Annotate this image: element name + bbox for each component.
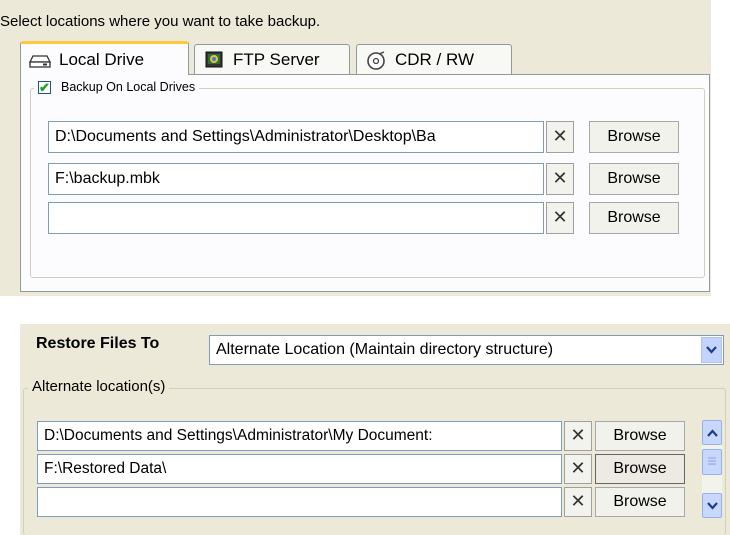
- restore-path-field-2[interactable]: F:\Restored Data\: [37, 454, 562, 484]
- backup-path-field-3[interactable]: [48, 202, 544, 234]
- remove-path-button-3[interactable]: ✕: [546, 202, 574, 234]
- hard-drive-icon: [28, 51, 52, 69]
- chevron-up-icon: [706, 428, 718, 437]
- chevron-down-icon: [706, 501, 718, 510]
- restore-files-to-label: Restore Files To: [36, 335, 160, 352]
- backup-path-field-2[interactable]: F:\backup.mbk: [48, 163, 544, 195]
- restore-location-value: Alternate Location (Maintain directory s…: [216, 341, 554, 358]
- tab-local-drive[interactable]: Local Drive: [20, 41, 189, 75]
- restore-path-field-3[interactable]: [37, 487, 562, 517]
- restore-remove-button-2[interactable]: ✕: [564, 454, 592, 484]
- tab-cdr-rw-label: CDR / RW: [395, 49, 475, 69]
- restore-path-field-1[interactable]: D:\Documents and Settings\Administrator\…: [37, 421, 562, 451]
- tab-ftp-server-label: FTP Server: [233, 49, 320, 69]
- restore-browse-button-3[interactable]: Browse: [595, 487, 685, 517]
- grip-icon: [708, 457, 716, 465]
- restore-remove-button-1[interactable]: ✕: [564, 421, 592, 451]
- chevron-down-icon[interactable]: [701, 337, 722, 363]
- ftp-server-icon: [203, 51, 225, 69]
- scrollbar-thumb[interactable]: [702, 449, 722, 475]
- tab-cdr-rw[interactable]: CDR / RW: [356, 44, 512, 74]
- restore-remove-button-3[interactable]: ✕: [564, 487, 592, 517]
- local-drive-tab-body: ✔ Backup On Local Drives D:\Documents an…: [20, 74, 710, 292]
- backup-locations-panel: Select locations where you want to take …: [0, 0, 711, 296]
- alternate-locations-legend: Alternate location(s): [28, 378, 170, 395]
- backup-prompt: Select locations where you want to take …: [0, 13, 321, 30]
- restore-browse-button-2[interactable]: Browse: [595, 454, 685, 484]
- backup-path-field-1[interactable]: D:\Documents and Settings\Administrator\…: [48, 121, 544, 153]
- scroll-up-button[interactable]: [702, 420, 722, 445]
- browse-button-3[interactable]: Browse: [589, 202, 679, 234]
- backup-local-drives-label: Backup On Local Drives: [61, 80, 196, 94]
- backup-local-drives-checkbox[interactable]: ✔: [38, 80, 51, 94]
- cd-burn-icon: [365, 50, 387, 70]
- backup-local-drives-legend: ✔ Backup On Local Drives: [34, 80, 200, 94]
- tab-local-drive-label: Local Drive: [59, 49, 145, 69]
- restore-browse-button-1[interactable]: Browse: [595, 421, 685, 451]
- scroll-down-button[interactable]: [702, 493, 722, 518]
- browse-button-1[interactable]: Browse: [589, 121, 679, 153]
- restore-location-select[interactable]: Alternate Location (Maintain directory s…: [209, 335, 724, 365]
- restore-panel: Restore Files To Alternate Location (Mai…: [20, 324, 730, 535]
- remove-path-button-1[interactable]: ✕: [546, 121, 574, 153]
- remove-path-button-2[interactable]: ✕: [546, 163, 574, 195]
- browse-button-2[interactable]: Browse: [589, 163, 679, 195]
- tab-ftp-server[interactable]: FTP Server: [194, 44, 350, 74]
